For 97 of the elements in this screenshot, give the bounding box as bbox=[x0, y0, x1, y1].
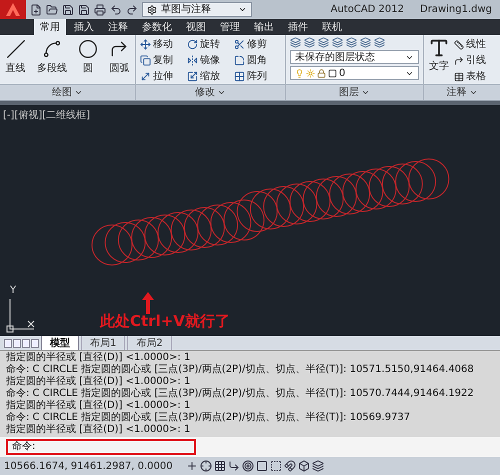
ribbon-tab[interactable]: 常用 bbox=[34, 19, 66, 35]
circle-icon bbox=[78, 39, 98, 59]
command-history-line: 指定圆的半径或 [直径(D)] <1.0000>: 1 bbox=[6, 400, 192, 412]
square-icon[interactable] bbox=[256, 460, 268, 472]
redo-icon[interactable] bbox=[126, 4, 138, 16]
rounded-corner-icon bbox=[234, 55, 245, 66]
ribbon-tab[interactable]: 输出 bbox=[248, 19, 280, 35]
ribbon-tool[interactable]: 复制 bbox=[140, 53, 187, 68]
dashed-square-icon[interactable] bbox=[270, 460, 282, 472]
new-file-icon[interactable] bbox=[30, 4, 42, 16]
caret-icon bbox=[74, 88, 83, 97]
gear-icon bbox=[147, 4, 157, 14]
undo-icon[interactable] bbox=[110, 4, 122, 16]
ribbon-tool[interactable]: 圆角 bbox=[234, 53, 281, 68]
ribbon-tool[interactable]: 缩放 bbox=[187, 69, 234, 84]
command-history-line: 命令: C CIRCLE 指定圆的圆心或 [三点(3P)/两点(2P)/切点、切点、半径(T)]: 10571.5150,91464.4068 bbox=[6, 364, 475, 376]
ribbon-tool[interactable]: 圆弧 bbox=[109, 39, 130, 76]
layer-tool-icon[interactable] bbox=[360, 37, 371, 48]
command-history-line: 命令: C CIRCLE 指定圆的圆心或 [三点(3P)/两点(2P)/切点、切点、半径(T)]: 10570.7444,91464.1922 bbox=[6, 388, 475, 400]
command-history-line: 命令: C CIRCLE 指定圆的圆心或 [三点(3P)/两点(2P)/切点、切点、半径(T)]: 10569.9737 bbox=[6, 412, 412, 424]
text-tool[interactable]: 文字 bbox=[428, 37, 450, 84]
ribbon-tab[interactable]: 插件 bbox=[282, 19, 314, 35]
layer-tool-icon[interactable] bbox=[346, 37, 357, 48]
ribbon-tab[interactable]: 参数化 bbox=[136, 19, 178, 35]
layer-dropdown[interactable]: 0 bbox=[290, 66, 419, 80]
mirror-icon bbox=[187, 55, 198, 66]
panel-title[interactable]: 修改 bbox=[195, 85, 226, 100]
caret-icon bbox=[238, 5, 247, 14]
ribbon-tool[interactable]: 直线 bbox=[6, 39, 26, 76]
lightbulb-icon bbox=[295, 68, 304, 78]
copy-icon bbox=[140, 55, 151, 66]
command-history-line: 指定圆的半径或 [直径(D)] <1.0000>: 1 bbox=[6, 376, 192, 388]
command-history-line: 指定圆的半径或 [直径(D)] <1.0000>: 1 bbox=[6, 424, 192, 436]
ribbon-tool[interactable]: 拉伸 bbox=[140, 69, 187, 84]
stretch-icon bbox=[140, 71, 151, 82]
ribbon-tool[interactable]: 线性 bbox=[454, 37, 486, 52]
magnet-icon[interactable] bbox=[284, 460, 296, 472]
command-history-line: 指定圆的半径或 [直径(D)] <1.0000>: 1 bbox=[6, 352, 192, 364]
layer-tool-icon[interactable] bbox=[332, 37, 343, 48]
ribbon-tool[interactable]: 镜像 bbox=[187, 53, 234, 68]
folder-icon[interactable] bbox=[46, 4, 58, 16]
ucs-y-label: Y bbox=[10, 284, 16, 298]
ribbon-tool[interactable]: 移动 bbox=[140, 37, 187, 52]
layer-tool-icon[interactable] bbox=[374, 37, 385, 48]
printer-icon[interactable] bbox=[94, 4, 106, 16]
ribbon-tab[interactable]: 联机 bbox=[316, 19, 348, 35]
ribbon-tool[interactable]: 圆 bbox=[78, 39, 98, 76]
plus-icon[interactable] bbox=[186, 460, 198, 472]
coordinates: 10566.1674, 91461.2987, 0.0000 bbox=[4, 460, 174, 474]
leader-icon bbox=[454, 56, 464, 66]
arrow-icon bbox=[142, 292, 154, 314]
ribbon-tool[interactable]: 表格 bbox=[454, 69, 486, 84]
layer-state-dropdown[interactable]: 未保存的图层状态 bbox=[290, 50, 419, 64]
square-icon bbox=[328, 68, 337, 78]
sun-icon bbox=[306, 68, 315, 78]
layer-tool-icon[interactable] bbox=[318, 37, 329, 48]
caret-icon bbox=[217, 88, 226, 97]
grid-icon bbox=[234, 71, 245, 82]
lock-icon bbox=[317, 68, 326, 78]
crosshair-icon[interactable] bbox=[200, 460, 212, 472]
ribbon-tool[interactable]: 多段线 bbox=[36, 39, 67, 76]
annotation-text: 此处Ctrl+V就行了 bbox=[100, 310, 230, 332]
ribbon-tool[interactable]: 阵列 bbox=[234, 69, 281, 84]
tab-navigation-icon[interactable] bbox=[4, 338, 39, 348]
save-as-icon[interactable] bbox=[78, 4, 90, 16]
box-icon[interactable] bbox=[298, 460, 310, 472]
scissors-icon bbox=[234, 39, 245, 50]
layer-tool-icon[interactable] bbox=[304, 37, 315, 48]
caret-icon bbox=[468, 88, 478, 97]
move-icon bbox=[140, 39, 151, 50]
corner-icon[interactable] bbox=[228, 460, 240, 472]
ribbon-tool[interactable]: 修剪 bbox=[234, 37, 281, 52]
ribbon-tab[interactable]: 插入 bbox=[68, 19, 100, 35]
scale-icon bbox=[187, 71, 198, 82]
workspace-dropdown[interactable]: 草图与注释 bbox=[142, 2, 252, 17]
rotate-icon bbox=[187, 39, 198, 50]
table-icon bbox=[454, 72, 464, 82]
target-icon[interactable] bbox=[242, 460, 254, 472]
ucs-axes-icon bbox=[6, 299, 36, 333]
text-icon bbox=[428, 37, 450, 59]
file-title: Drawing1.dwg bbox=[420, 3, 492, 17]
viewport-label[interactable]: [-][俯视][二维线框] bbox=[3, 108, 90, 123]
layers-icon[interactable] bbox=[312, 460, 324, 472]
ribbon-tab[interactable]: 视图 bbox=[180, 19, 212, 35]
ruler-icon bbox=[454, 40, 464, 50]
command-input[interactable]: 命令: bbox=[6, 439, 196, 455]
layer-tool-icon[interactable] bbox=[290, 37, 301, 48]
ribbon-tab[interactable]: 管理 bbox=[214, 19, 246, 35]
line-icon bbox=[6, 39, 26, 59]
ribbon-tool[interactable]: 旋转 bbox=[187, 37, 234, 52]
app-title: AutoCAD 2012 bbox=[330, 3, 404, 17]
save-icon[interactable] bbox=[62, 4, 74, 16]
polyline-icon bbox=[42, 39, 62, 59]
grid-icon[interactable] bbox=[214, 460, 226, 472]
ribbon-tool[interactable]: 引线 bbox=[454, 53, 486, 68]
caret-icon bbox=[361, 88, 370, 97]
ribbon-tab[interactable]: 注释 bbox=[102, 19, 134, 35]
